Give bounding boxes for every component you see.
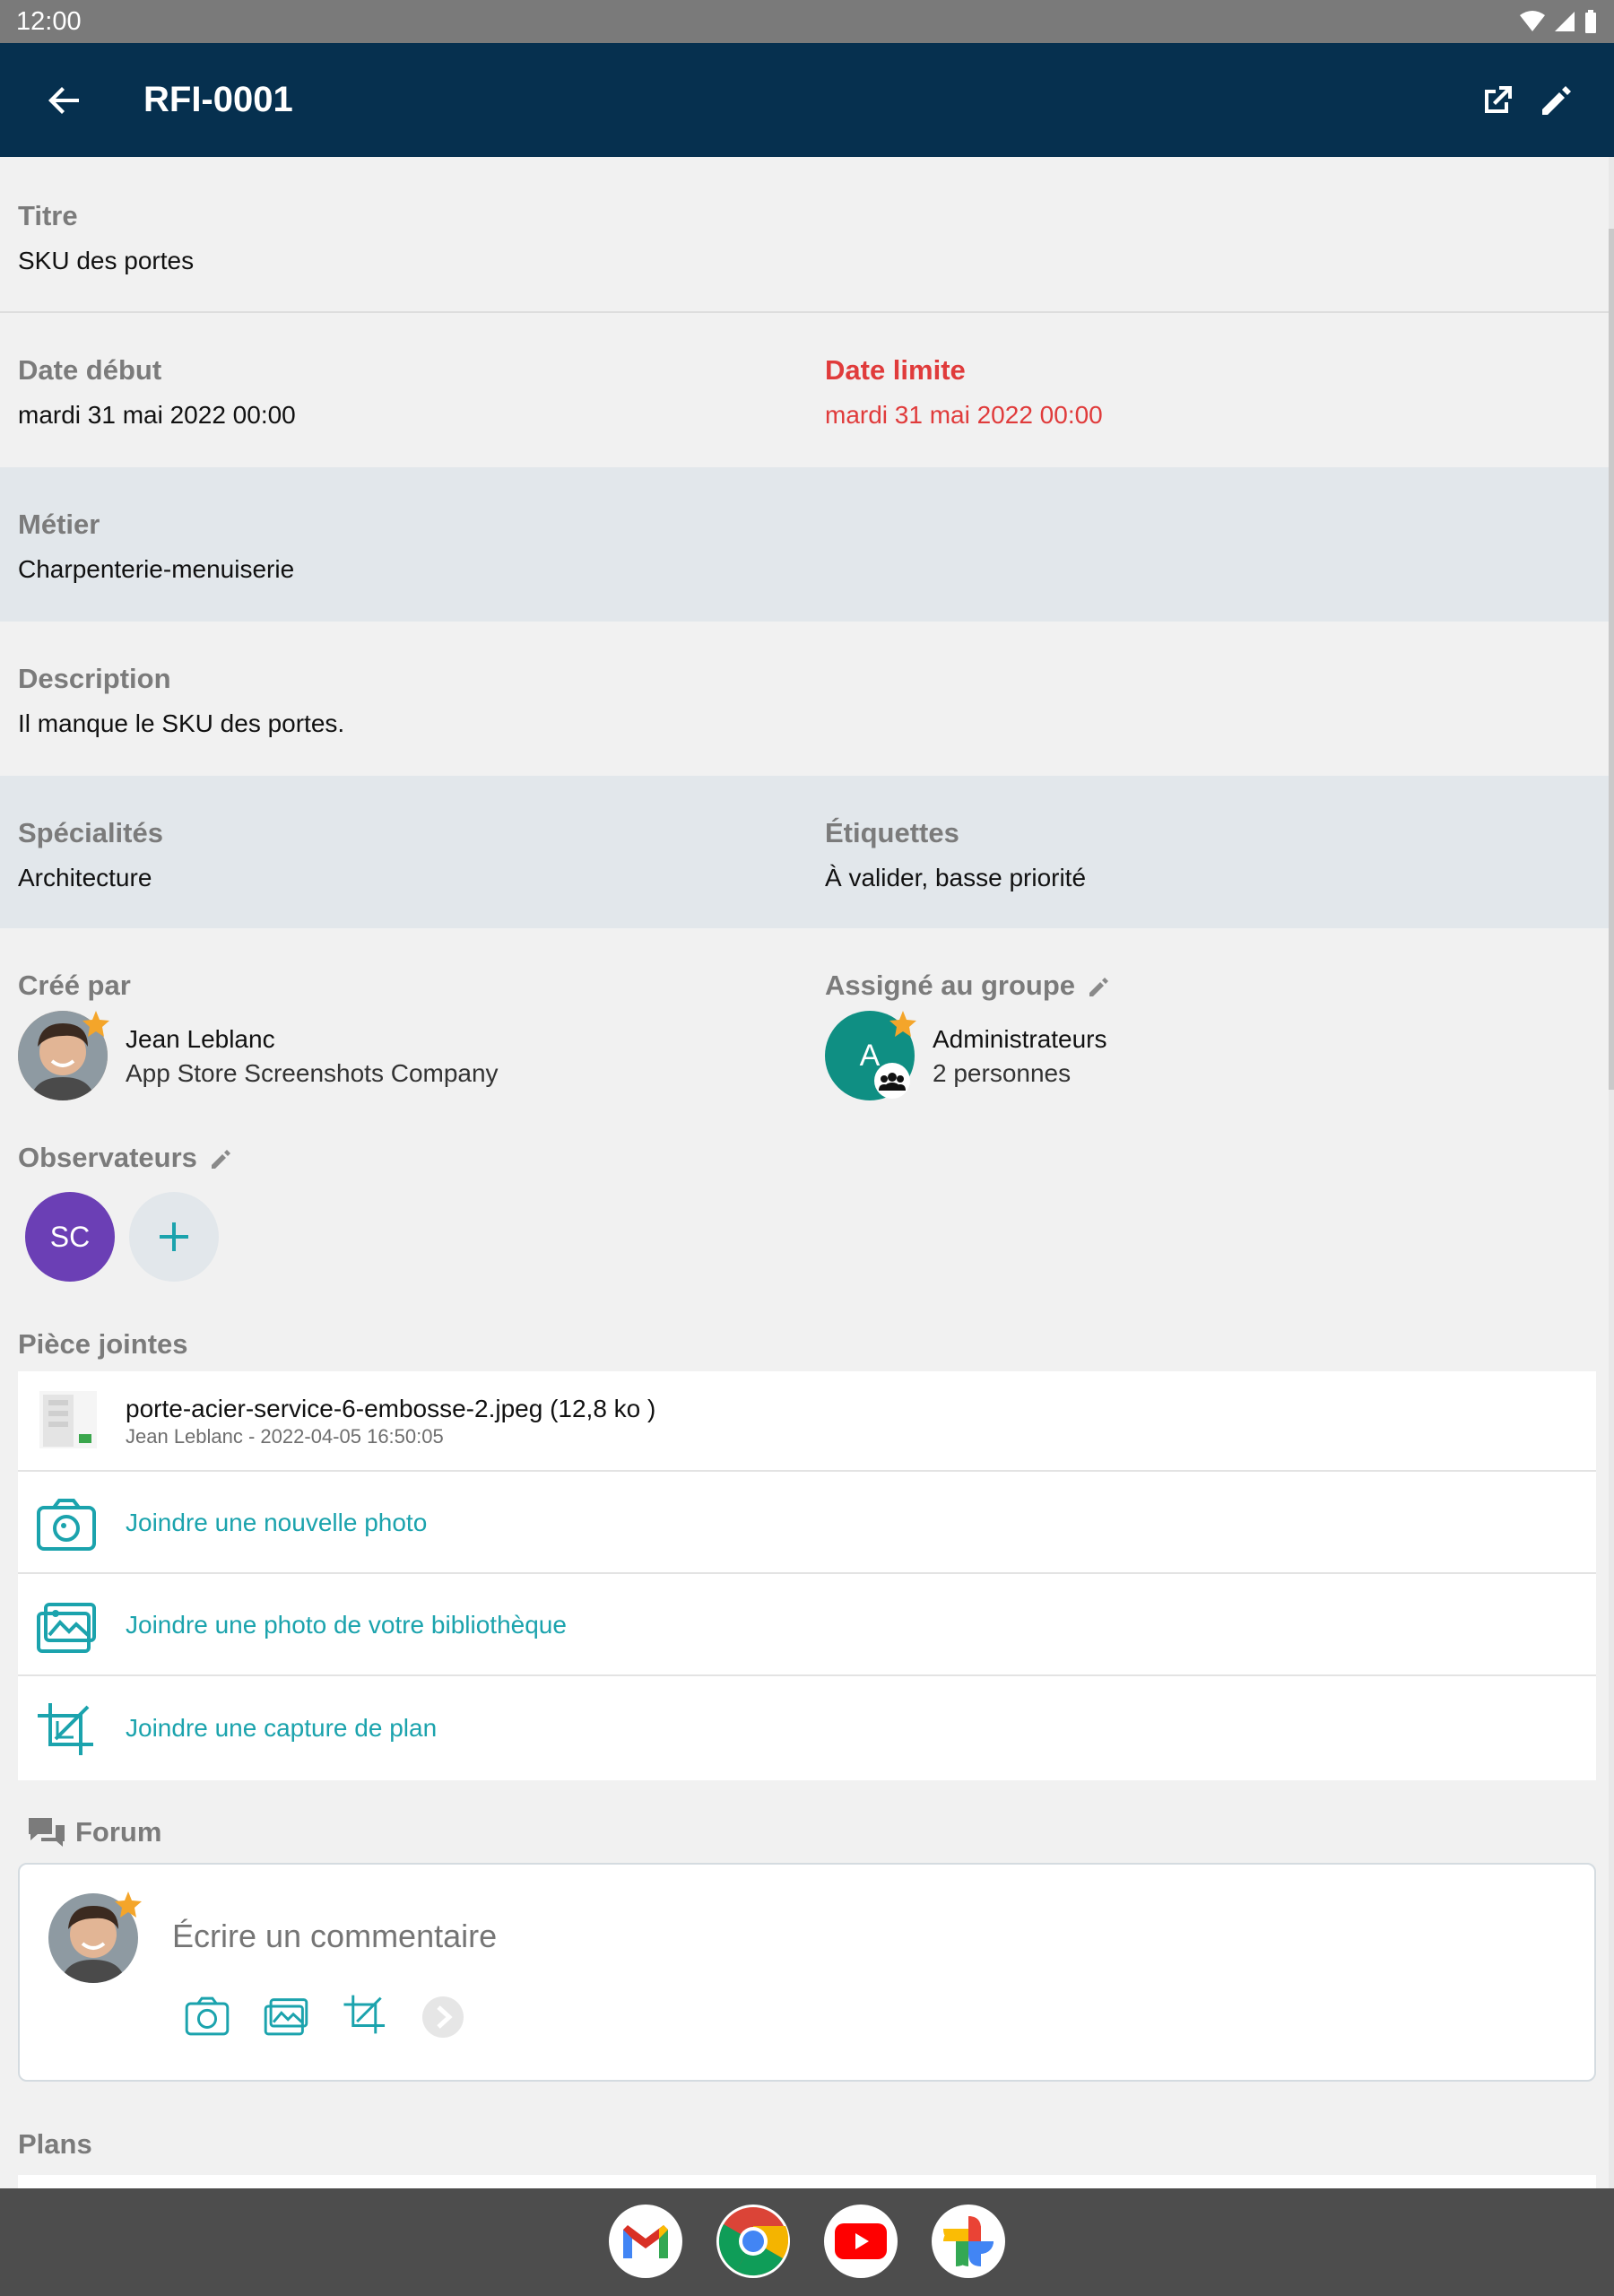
battery-icon xyxy=(1585,10,1596,33)
star-badge-icon xyxy=(82,1011,109,1037)
plus-icon xyxy=(160,1222,188,1251)
edit-pencil-icon[interactable] xyxy=(209,1148,232,1171)
comment-input[interactable] xyxy=(172,1911,1517,1961)
chrome-icon[interactable] xyxy=(716,2205,790,2278)
scrollbar-thumb[interactable] xyxy=(1609,229,1614,1090)
description-section: Description Il manque le SKU des portes. xyxy=(0,622,1614,776)
group-badge xyxy=(874,1063,910,1099)
attach-library-photo-row[interactable]: Joindre une photo de votre bibliothèque xyxy=(18,1576,1596,1676)
attach-plan-capture-row[interactable]: Joindre une capture de plan xyxy=(18,1678,1596,1779)
gmail-icon[interactable] xyxy=(609,2205,682,2278)
trade-section: Métier Charpenterie-menuiserie xyxy=(0,467,1614,622)
title-value: SKU des portes xyxy=(18,247,195,274)
comment-box xyxy=(18,1863,1596,2082)
due-date-label: Date limite xyxy=(825,354,966,386)
forum-label: Forum xyxy=(75,1816,162,1848)
image-library-icon[interactable] xyxy=(264,1996,308,2037)
group-members: 2 personnes xyxy=(933,1059,1072,1087)
specialties-label: Spécialités xyxy=(18,817,163,848)
youtube-icon[interactable] xyxy=(824,2205,898,2278)
send-arrow-icon[interactable] xyxy=(421,1996,464,2039)
status-time: 12:00 xyxy=(16,6,82,36)
open-external-icon[interactable] xyxy=(1478,81,1517,120)
camera-icon xyxy=(37,1499,96,1551)
plans-card xyxy=(18,2175,1596,2188)
app-bar: RFI-0001 xyxy=(0,43,1614,157)
attach-library-photo-label: Joindre une photo de votre bibliothèque xyxy=(126,1611,567,1639)
image-library-icon xyxy=(37,1603,96,1653)
page-title: RFI-0001 xyxy=(143,80,293,119)
attach-new-photo-row[interactable]: Joindre une nouvelle photo xyxy=(18,1474,1596,1574)
wifi-icon xyxy=(1520,11,1545,31)
attachment-meta: Jean Leblanc - 2022-04-05 16:50:05 xyxy=(126,1425,444,1448)
group-people-icon xyxy=(879,1073,906,1091)
assigned-group-label: Assigné au groupe xyxy=(825,970,1110,1002)
attachment-file-row[interactable]: porte-acier-service-6-embosse-2.jpeg (12… xyxy=(18,1371,1596,1472)
plans-label: Plans xyxy=(18,2128,92,2160)
edit-pencil-icon[interactable] xyxy=(1537,81,1576,120)
start-date-label: Date début xyxy=(18,354,162,386)
specialties-value: Architecture xyxy=(18,864,152,891)
start-date-value: mardi 31 mai 2022 00:00 xyxy=(18,401,296,429)
attach-plan-capture-label: Joindre une capture de plan xyxy=(126,1714,438,1742)
star-badge-icon xyxy=(115,1892,142,1918)
trade-value: Charpenterie-menuiserie xyxy=(18,555,295,583)
tags-label: Étiquettes xyxy=(825,817,959,848)
file-thumbnail-icon xyxy=(39,1391,97,1448)
attachments-card: porte-acier-service-6-embosse-2.jpeg (12… xyxy=(18,1371,1596,1780)
tags-value: À valider, basse priorité xyxy=(825,864,1087,891)
creator-name: Jean Leblanc xyxy=(126,1025,275,1053)
trade-label: Métier xyxy=(18,509,100,540)
signal-icon xyxy=(1555,12,1575,31)
specialties-tags-section: Spécialités Architecture Étiquettes À va… xyxy=(0,776,1614,928)
forum-header: Forum xyxy=(27,1816,161,1848)
star-badge-icon xyxy=(889,1011,916,1037)
add-observer-button[interactable] xyxy=(129,1192,219,1282)
scrollbar[interactable] xyxy=(1609,157,1614,2188)
description-label: Description xyxy=(18,663,171,694)
edit-pencil-icon[interactable] xyxy=(1087,976,1110,999)
observers-label: Observateurs xyxy=(18,1142,232,1174)
status-bar: 12:00 xyxy=(0,0,1614,43)
created-by-label: Créé par xyxy=(18,970,131,1001)
photos-icon[interactable] xyxy=(932,2205,1005,2278)
group-name: Administrateurs xyxy=(933,1025,1107,1053)
due-date-value: mardi 31 mai 2022 00:00 xyxy=(825,401,1103,429)
description-value: Il manque le SKU des portes. xyxy=(18,709,345,737)
crop-icon xyxy=(38,1703,93,1755)
dates-section: Date début mardi 31 mai 2022 00:00 Date … xyxy=(0,313,1614,467)
group-avatar-letter: A xyxy=(859,1038,881,1073)
attachments-label: Pièce jointes xyxy=(18,1328,188,1360)
title-label: Titre xyxy=(18,200,78,231)
attachment-filename: porte-acier-service-6-embosse-2.jpeg (12… xyxy=(126,1395,656,1422)
camera-icon[interactable] xyxy=(185,1996,230,2037)
crop-icon[interactable] xyxy=(343,1992,387,2037)
observer-initials: SC xyxy=(49,1220,91,1253)
rfi-detail-content[interactable]: Titre SKU des portes Date début mardi 31… xyxy=(0,157,1614,2188)
attach-new-photo-label: Joindre une nouvelle photo xyxy=(126,1509,428,1536)
chat-bubbles-icon xyxy=(29,1818,65,1847)
back-arrow-icon[interactable] xyxy=(43,79,86,122)
status-icons xyxy=(1519,9,1598,34)
creator-company: App Store Screenshots Company xyxy=(126,1059,499,1087)
title-section: Titre SKU des portes xyxy=(0,157,1614,313)
app-dock xyxy=(0,2188,1614,2296)
observer-avatar[interactable]: SC xyxy=(25,1192,115,1282)
